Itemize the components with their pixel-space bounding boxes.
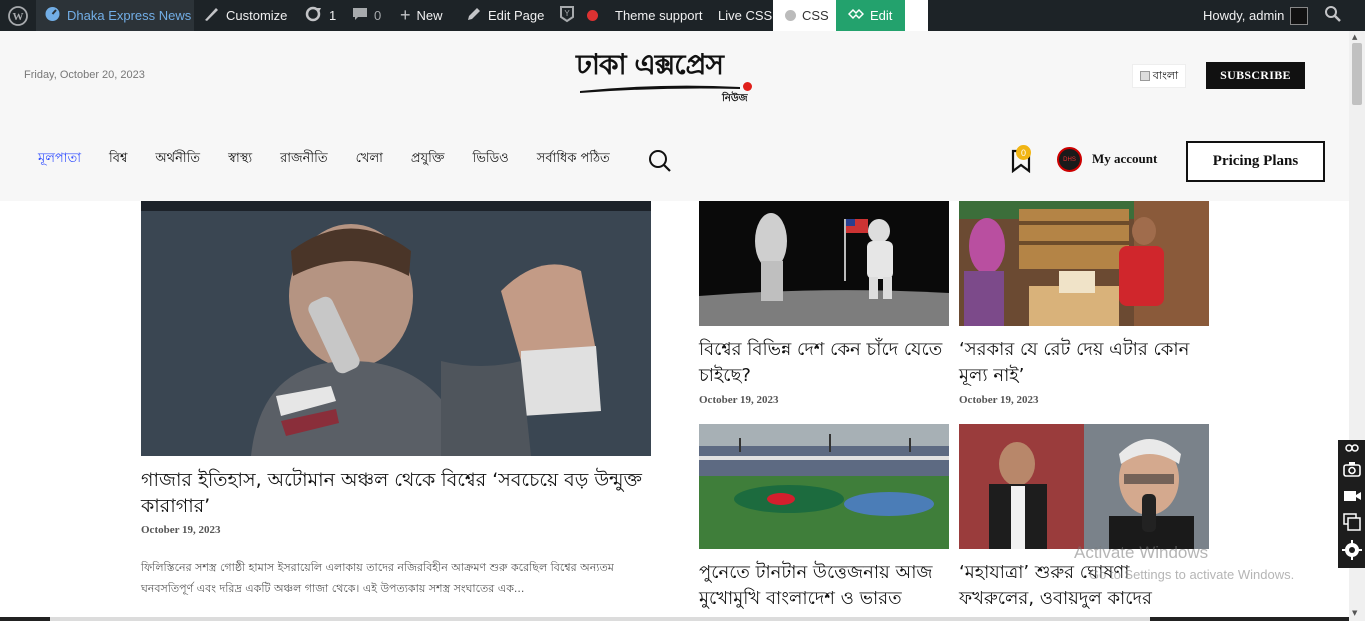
comment-icon	[352, 6, 368, 25]
howdy-label: Howdy, admin	[1203, 8, 1285, 23]
pencil-icon	[466, 6, 482, 25]
wordpress-logo-icon[interactable]: W	[0, 0, 36, 31]
article-card-image[interactable]	[699, 424, 949, 549]
search-icon	[1324, 5, 1342, 26]
my-account-link[interactable]: My account	[1092, 151, 1157, 167]
edit-label: Edit	[870, 8, 893, 23]
hero-article-date: October 19, 2023	[141, 524, 221, 536]
edit-page-label: Edit Page	[488, 8, 545, 23]
current-date: Friday, October 20, 2023	[24, 69, 145, 81]
nav-item-video[interactable]: ভিডিও	[472, 149, 508, 170]
article-card-date: October 19, 2023	[699, 394, 779, 406]
svg-text:W: W	[13, 11, 24, 23]
theme-support-link[interactable]: Theme support	[615, 0, 702, 31]
article-card-date: October 19, 2023	[959, 394, 1039, 406]
site-header: Friday, October 20, 2023 ঢাকা এক্সপ্রেস …	[0, 31, 1349, 201]
css-label: CSS	[802, 8, 829, 23]
camera-icon[interactable]	[1342, 459, 1362, 479]
settings-gear-icon[interactable]	[1342, 540, 1362, 560]
edit-button[interactable]: Edit	[836, 0, 905, 31]
subscribe-button[interactable]: SUBSCRIBE	[1206, 62, 1305, 89]
dashboard-icon	[44, 5, 61, 26]
new-content-link[interactable]: + New	[400, 0, 443, 31]
language-switcher[interactable]: বাংলা	[1132, 64, 1186, 88]
css-toggle[interactable]: CSS	[773, 0, 836, 31]
live-css-link[interactable]: Live CSS	[718, 0, 772, 31]
main-navigation: মূলপাতা বিশ্ব অর্থনীতি স্বাস্থ্য রাজনীতি…	[38, 149, 610, 170]
site-name-label: Dhaka Express News	[67, 8, 192, 23]
scroll-up-arrow-icon[interactable]: ▲	[1352, 33, 1357, 41]
new-label: New	[416, 8, 443, 23]
theme-support-label: Theme support	[615, 8, 703, 23]
comments-link[interactable]: 0	[352, 0, 381, 31]
svg-text:Y: Y	[564, 9, 570, 18]
nav-item-politics[interactable]: রাজনীতি	[280, 149, 328, 170]
windows-watermark-subtitle: Go to Settings to activate Windows.	[1089, 567, 1295, 582]
updates-icon	[303, 5, 323, 26]
video-camera-icon[interactable]	[1342, 486, 1362, 506]
edit-page-link[interactable]: Edit Page	[466, 0, 544, 31]
grocery-shop-photo	[959, 201, 1209, 326]
nav-item-home[interactable]: মূলপাতা	[38, 149, 81, 170]
site-logo[interactable]: ঢাকা এক্সপ্রেস নিউজ	[574, 43, 754, 105]
updates-count: 1	[329, 8, 337, 23]
my-account-menu[interactable]: Howdy, admin	[1203, 0, 1309, 31]
scroll-thumb[interactable]	[1352, 43, 1362, 105]
logo-swoosh	[580, 85, 740, 93]
article-card-title[interactable]: পুনেতে টানটান উত্তেজনায় আজ মুখোমুখি বাং…	[699, 560, 949, 612]
plus-icon: +	[400, 5, 411, 25]
flag-icon	[1139, 71, 1150, 81]
elementor-icon	[847, 8, 865, 23]
scroll-down-arrow-icon[interactable]: ▼	[1352, 609, 1357, 617]
blank-panel	[905, 0, 928, 31]
user-avatar[interactable]: DHS	[1057, 147, 1082, 172]
logo-subtitle: নিউজ	[722, 93, 748, 104]
nav-item-most-read[interactable]: সর্বাধিক পঠিত	[537, 149, 610, 170]
adminbar-search-button[interactable]	[1324, 0, 1342, 31]
crying-child-photo	[141, 201, 651, 456]
language-label: বাংলা	[1152, 68, 1179, 82]
seo-status-dot	[587, 10, 598, 21]
customize-link[interactable]: Customize	[202, 0, 287, 31]
pricing-plans-button[interactable]: Pricing Plans	[1186, 141, 1325, 182]
link-icon[interactable]	[1342, 442, 1362, 454]
bookmark-count-badge: 0	[1016, 145, 1031, 160]
screens-icon[interactable]	[1342, 512, 1362, 532]
yoast-seo-link[interactable]: Y	[559, 0, 598, 31]
article-card-title[interactable]: বিশ্বের বিভিন্ন দেশ কেন চাঁদে যেতে চাইছে…	[699, 337, 949, 389]
politicians-photo	[959, 424, 1209, 549]
live-css-label: Live CSS	[718, 8, 773, 23]
hero-article-excerpt: ফিলিস্তিনের সশস্ত্র গোষ্ঠী হামাস ইসরায়ে…	[141, 561, 614, 595]
search-icon[interactable]	[648, 149, 672, 173]
nav-item-economy[interactable]: অর্থনীতি	[155, 149, 200, 170]
hero-article-title[interactable]: গাজার ইতিহাস, অটোমান অঞ্চল থেকে বিশ্বের …	[141, 467, 661, 519]
site-name-link[interactable]: Dhaka Express News	[36, 0, 194, 31]
article-card-image[interactable]	[959, 201, 1209, 326]
yoast-icon: Y	[559, 5, 575, 26]
hero-article-image[interactable]	[141, 201, 651, 456]
logo-main-text: ঢাকা এক্সপ্রেস	[576, 48, 724, 81]
admin-bar: W Dhaka Express News Customize 1 0 + New…	[0, 0, 1365, 31]
customize-label: Customize	[226, 8, 288, 23]
windows-watermark-title: Activate Windows	[1074, 543, 1209, 562]
nav-item-world[interactable]: বিশ্ব	[109, 149, 127, 170]
screen-tool-panel	[1338, 440, 1365, 568]
article-card-title[interactable]: ‘সরকার যে রেট দেয় এটার কোন মূল্য নাই’	[959, 337, 1209, 389]
cricket-stadium-photo	[699, 424, 949, 549]
article-card-image[interactable]	[959, 424, 1209, 549]
admin-avatar	[1290, 6, 1309, 25]
logo-dot	[743, 82, 752, 91]
nav-item-technology[interactable]: প্রযুক্তি	[411, 149, 445, 170]
css-status-dot	[785, 10, 796, 21]
brush-icon	[202, 5, 220, 26]
comments-count: 0	[374, 8, 382, 23]
horizontal-scrollbar[interactable]	[50, 617, 1150, 621]
nav-item-health[interactable]: স্বাস্থ্য	[228, 149, 252, 170]
updates-link[interactable]: 1	[303, 0, 336, 31]
moon-astronaut-photo	[699, 201, 949, 326]
article-card-image[interactable]	[699, 201, 949, 326]
nav-item-sports[interactable]: খেলা	[356, 149, 383, 170]
